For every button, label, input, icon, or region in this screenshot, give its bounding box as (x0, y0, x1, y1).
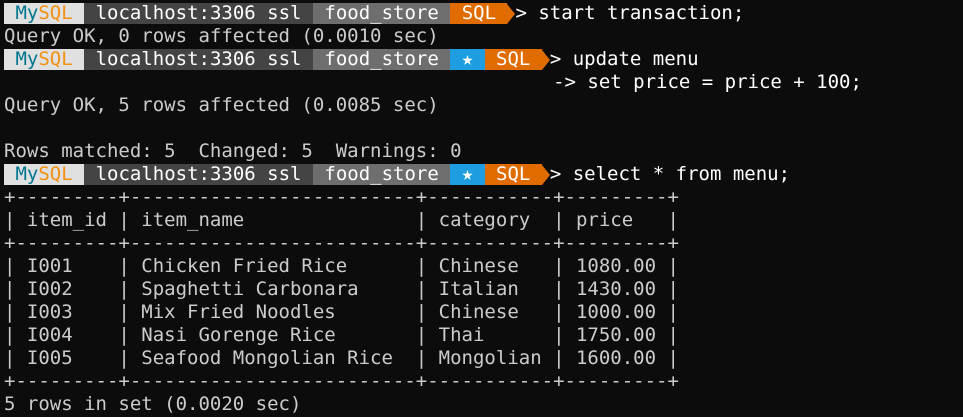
mysql-brand-segment: MySQL (4, 48, 85, 70)
output-line: Rows matched: 5 Changed: 5 Warnings: 0 (4, 140, 462, 162)
command-text: start transaction; (538, 2, 745, 24)
table-header: | item_id | item_name | category | price… (4, 209, 679, 231)
mysql-brand-segment: MySQL (4, 2, 85, 24)
prompt-line: MySQL localhost:3306 ssl food_store ★ SQ… (4, 48, 963, 71)
output-line: Query OK, 0 rows affected (0.0010 sec) (4, 25, 439, 47)
output-line: 5 rows in set (0.0020 sec) (4, 393, 302, 415)
mode-text: SQL (461, 2, 497, 24)
star-glyph: ★ (461, 48, 474, 70)
host-text: localhost:3306 ssl (95, 2, 302, 24)
database-segment: food_store (312, 2, 451, 24)
prompt-line: MySQL localhost:3306 ssl food_store SQL … (4, 2, 963, 25)
table-row: | I002 | Spaghetti Carbonara | Italian |… (4, 278, 679, 300)
table-border: +---------+-------------------------+---… (4, 232, 679, 254)
mode-segment: SQL (484, 163, 542, 185)
command-continuation: -> set price = price + 100; (4, 71, 862, 93)
prompt-arrow-icon (541, 164, 550, 185)
database-segment: food_store (312, 163, 451, 185)
output-line: Query OK, 5 rows affected (0.0085 sec) (4, 94, 439, 116)
prompt-arrow-icon (541, 49, 550, 70)
table-row: | I005 | Seafood Mongolian Rice | Mongol… (4, 347, 679, 369)
terminal-window[interactable]: MySQL localhost:3306 ssl food_store SQL … (0, 0, 963, 417)
prompt-caret: > (549, 163, 573, 185)
command-text: update menu (572, 48, 699, 70)
table-row: | I004 | Nasi Gorenge Rice | Thai | 1750… (4, 324, 679, 346)
prompt-line: MySQL localhost:3306 ssl food_store ★ SQ… (4, 163, 963, 186)
prompt-caret: > (549, 48, 573, 70)
mode-text: SQL (496, 48, 531, 70)
host-text: localhost:3306 ssl (95, 48, 302, 70)
database-text: food_store (324, 48, 439, 70)
mode-text: SQL (496, 163, 531, 185)
transaction-star-icon: ★ (450, 48, 485, 70)
prompt-arrow-icon (507, 3, 516, 24)
brand-sql-text: SQL (38, 2, 73, 24)
brand-my-text: My (15, 48, 39, 70)
host-text: localhost:3306 ssl (95, 163, 302, 185)
database-text: food_store (324, 163, 439, 185)
star-glyph: ★ (461, 163, 474, 185)
mysql-brand-segment: MySQL (4, 163, 85, 185)
mode-segment: SQL (484, 48, 542, 70)
prompt-caret: > (515, 2, 539, 24)
table-border: +---------+-------------------------+---… (4, 186, 679, 208)
host-segment: localhost:3306 ssl (84, 164, 313, 185)
brand-my-text: My (15, 163, 39, 185)
brand-my-text: My (15, 2, 39, 24)
brand-sql-text: SQL (38, 48, 73, 70)
mode-segment: SQL (450, 2, 508, 24)
transaction-star-icon: ★ (450, 163, 485, 185)
command-text: select * from menu; (572, 163, 791, 185)
host-segment: localhost:3306 ssl (84, 49, 313, 70)
table-border: +---------+-------------------------+---… (4, 370, 679, 392)
database-text: food_store (324, 2, 439, 24)
table-row: | I003 | Mix Fried Noodles | Chinese | 1… (4, 301, 679, 323)
brand-sql-text: SQL (38, 163, 73, 185)
host-segment: localhost:3306 ssl (84, 3, 313, 24)
database-segment: food_store (312, 48, 451, 70)
table-row: | I001 | Chicken Fried Rice | Chinese | … (4, 255, 679, 277)
